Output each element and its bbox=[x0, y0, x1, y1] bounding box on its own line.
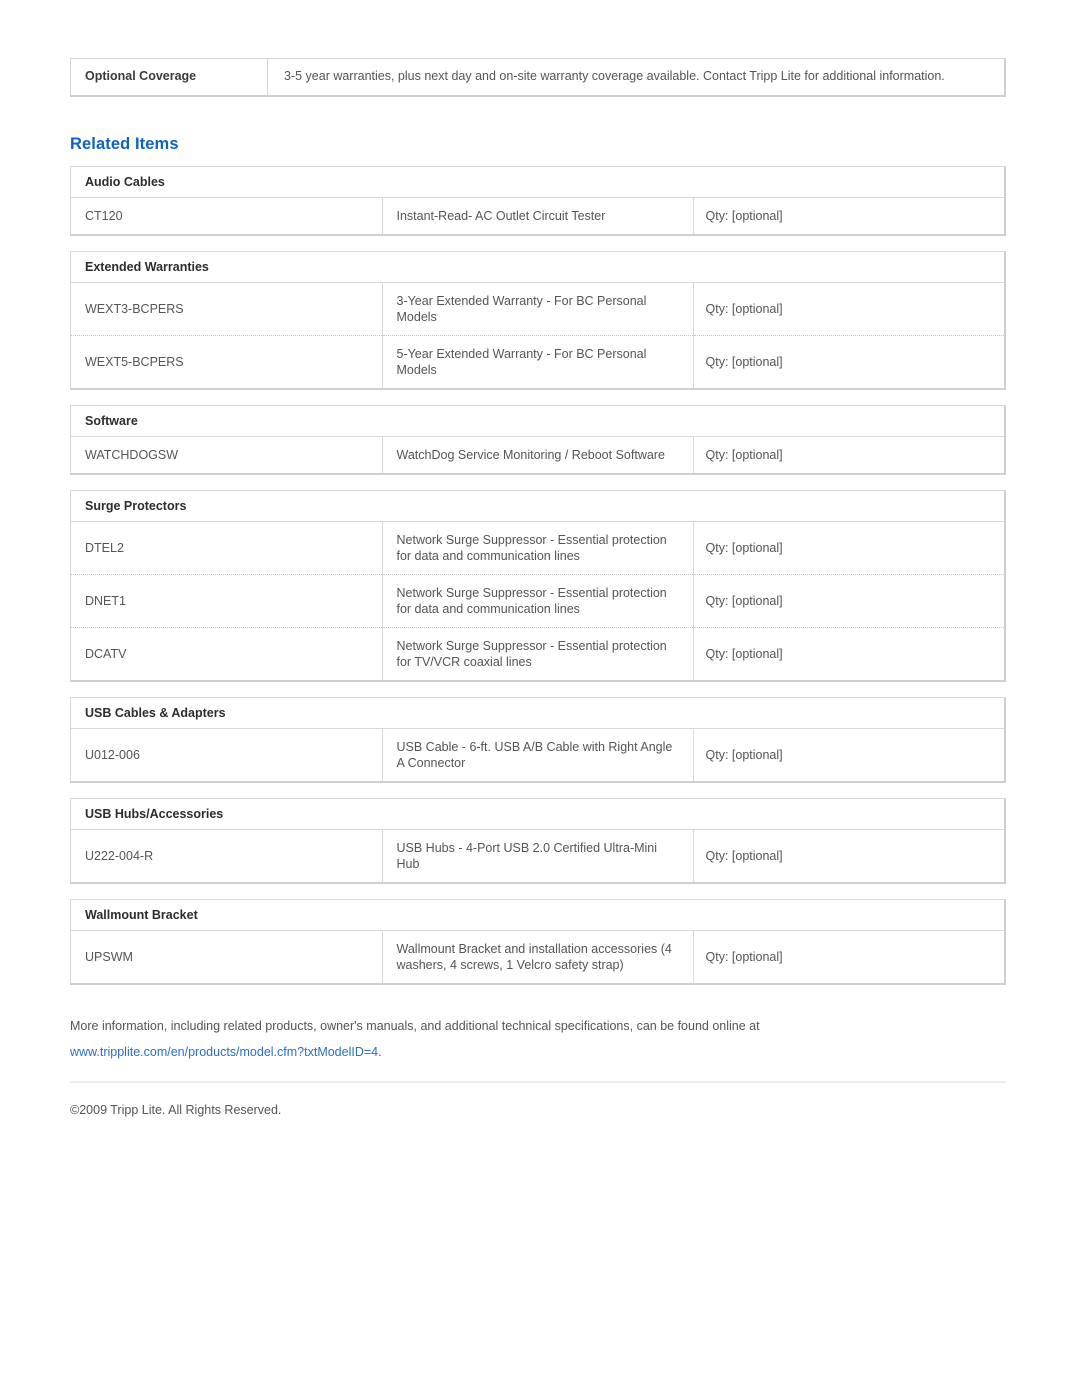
table-header-row: Software bbox=[71, 406, 1004, 437]
product-model-cell: DNET1 bbox=[71, 574, 383, 628]
product-description-cell: Network Surge Suppressor - Essential pro… bbox=[382, 521, 694, 575]
table-row: DNET1 Network Surge Suppressor - Essentia… bbox=[71, 574, 1004, 628]
page-content: Optional Coverage 3-5 year warranties, p… bbox=[70, 0, 1006, 1117]
related-items-table-header: Extended Warranties bbox=[71, 252, 1004, 283]
related-items-table-body: DTEL2 Network Surge Suppressor - Essentia… bbox=[71, 521, 1004, 680]
group-title: Wallmount Bracket bbox=[71, 900, 1004, 931]
datasheet-page: Optional Coverage 3-5 year warranties, p… bbox=[0, 0, 1080, 1397]
product-description-cell: 5-Year Extended Warranty - For BC Person… bbox=[382, 335, 694, 388]
related-items-table-header: Surge Protectors bbox=[71, 491, 1004, 522]
table-header-row: Surge Protectors bbox=[71, 491, 1004, 522]
related-items-table-header: Software bbox=[71, 406, 1004, 437]
table-row: UPSWM Wallmount Bracket and installation … bbox=[71, 930, 1004, 983]
quantity-cell[interactable]: Qty: [optional] bbox=[693, 436, 1004, 473]
related-items-group: USB Hubs/Accessories U222-004-R USB Hubs -… bbox=[70, 798, 1006, 884]
group-title: USB Hubs/Accessories bbox=[71, 799, 1004, 830]
page-title: Related Items bbox=[70, 135, 179, 153]
related-items-table-header: Audio Cables bbox=[71, 167, 1004, 198]
related-items-table-body: WATCHDOGSW WatchDog Service Monitoring / … bbox=[71, 436, 1004, 473]
table-row: WEXT5-BCPERS 5-Year Extended Warranty - F… bbox=[71, 335, 1004, 388]
quantity-cell[interactable]: Qty: [optional] bbox=[693, 335, 1004, 388]
product-model-cell: DCATV bbox=[71, 627, 383, 680]
table-row: DCATV Network Surge Suppressor - Essentia… bbox=[71, 627, 1004, 680]
related-items-table-header: USB Hubs/Accessories bbox=[71, 799, 1004, 830]
quantity-cell[interactable]: Qty: [optional] bbox=[693, 521, 1004, 575]
product-description-cell: WatchDog Service Monitoring / Reboot Sof… bbox=[382, 436, 694, 473]
table-header-row: Audio Cables bbox=[71, 167, 1004, 198]
product-description-cell: Wallmount Bracket and installation acces… bbox=[382, 930, 694, 983]
product-model-cell: WEXT3-BCPERS bbox=[71, 282, 383, 336]
footer-divider bbox=[70, 1081, 1006, 1083]
quantity-cell[interactable]: Qty: [optional] bbox=[693, 829, 1004, 882]
related-items-table-body: CT120 Instant-Read- AC Outlet Circuit Tes… bbox=[71, 197, 1004, 234]
quantity-cell[interactable]: Qty: [optional] bbox=[693, 282, 1004, 336]
footer-link-suffix: . bbox=[378, 1045, 382, 1059]
related-items-table: Software WATCHDOGSW WatchDog Service Monit… bbox=[71, 406, 1004, 473]
spec-value-optional-coverage: 3-5 year warranties, plus next day and o… bbox=[284, 69, 945, 83]
group-title: USB Cables & Adapters bbox=[71, 698, 1004, 729]
quantity-cell[interactable]: Qty: [optional] bbox=[693, 627, 1004, 680]
table-row: Optional Coverage 3-5 year warranties, p… bbox=[70, 58, 1006, 96]
related-items-table-body: U012-006 USB Cable - 6-ft. USB A/B Cable … bbox=[71, 728, 1004, 781]
quantity-cell[interactable]: Qty: [optional] bbox=[693, 197, 1004, 234]
related-items-group: USB Cables & Adapters U012-006 USB Cable -… bbox=[70, 697, 1006, 783]
product-page-link[interactable]: www.tripplite.com/en/products/model.cfm?… bbox=[70, 1045, 378, 1059]
related-items-table: USB Hubs/Accessories U222-004-R USB Hubs -… bbox=[71, 799, 1004, 882]
related-items-table: Audio Cables CT120 Instant-Read- AC Outlet… bbox=[71, 167, 1004, 234]
table-header-row: Wallmount Bracket bbox=[71, 900, 1004, 931]
related-items-table: Surge Protectors DTEL2 Network Surge Suppr… bbox=[71, 491, 1004, 680]
table-header-row: USB Hubs/Accessories bbox=[71, 799, 1004, 830]
related-items-table: USB Cables & Adapters U012-006 USB Cable -… bbox=[71, 698, 1004, 781]
product-description-cell: USB Cable - 6-ft. USB A/B Cable with Rig… bbox=[382, 728, 694, 781]
product-model-cell: U012-006 bbox=[71, 728, 383, 781]
related-items-table: Wallmount Bracket UPSWM Wallmount Bracket … bbox=[71, 900, 1004, 983]
specifications-table-body: Optional Coverage 3-5 year warranties, p… bbox=[70, 58, 1006, 96]
product-description-cell: 3-Year Extended Warranty - For BC Person… bbox=[382, 282, 694, 336]
product-model-cell: WATCHDOGSW bbox=[71, 436, 383, 473]
product-model-cell: CT120 bbox=[71, 197, 383, 234]
product-description-cell: Instant-Read- AC Outlet Circuit Tester bbox=[382, 197, 694, 234]
table-header-row: USB Cables & Adapters bbox=[71, 698, 1004, 729]
product-description-cell: Network Surge Suppressor - Essential pro… bbox=[382, 574, 694, 628]
product-description-cell: Network Surge Suppressor - Essential pro… bbox=[382, 627, 694, 680]
related-items-table-body: U222-004-R USB Hubs - 4-Port USB 2.0 Cert… bbox=[71, 829, 1004, 882]
table-header-row: Extended Warranties bbox=[71, 252, 1004, 283]
quantity-cell[interactable]: Qty: [optional] bbox=[693, 728, 1004, 781]
quantity-cell[interactable]: Qty: [optional] bbox=[693, 574, 1004, 628]
related-items-group: Software WATCHDOGSW WatchDog Service Monit… bbox=[70, 405, 1006, 475]
group-title: Software bbox=[71, 406, 1004, 437]
group-title: Extended Warranties bbox=[71, 252, 1004, 283]
group-title: Surge Protectors bbox=[71, 491, 1004, 522]
product-model-cell: DTEL2 bbox=[71, 521, 383, 575]
table-row: DTEL2 Network Surge Suppressor - Essentia… bbox=[71, 521, 1004, 575]
related-items-table-body: WEXT3-BCPERS 3-Year Extended Warranty - F… bbox=[71, 282, 1004, 388]
table-row: WATCHDOGSW WatchDog Service Monitoring / … bbox=[71, 436, 1004, 473]
footer-note-text: More information, including related prod… bbox=[70, 1019, 760, 1033]
related-items-list: Audio Cables CT120 Instant-Read- AC Outlet… bbox=[70, 166, 1006, 985]
related-items-table-header: Wallmount Bracket bbox=[71, 900, 1004, 931]
specifications-table: Optional Coverage 3-5 year warranties, p… bbox=[70, 58, 1006, 97]
related-items-group: Surge Protectors DTEL2 Network Surge Suppr… bbox=[70, 490, 1006, 682]
spec-label-optional-coverage: Optional Coverage bbox=[70, 58, 268, 96]
related-items-group: Wallmount Bracket UPSWM Wallmount Bracket … bbox=[70, 899, 1006, 985]
table-row: CT120 Instant-Read- AC Outlet Circuit Tes… bbox=[71, 197, 1004, 234]
table-row: WEXT3-BCPERS 3-Year Extended Warranty - F… bbox=[71, 282, 1004, 336]
copyright-text: ©2009 Tripp Lite. All Rights Reserved. bbox=[70, 1103, 282, 1117]
related-items-group: Audio Cables CT120 Instant-Read- AC Outlet… bbox=[70, 166, 1006, 236]
related-items-group: Extended Warranties WEXT3-BCPERS 3-Year Ex… bbox=[70, 251, 1006, 390]
product-model-cell: U222-004-R bbox=[71, 829, 383, 882]
product-description-cell: USB Hubs - 4-Port USB 2.0 Certified Ultr… bbox=[382, 829, 694, 882]
group-title: Audio Cables bbox=[71, 167, 1004, 198]
related-items-table-body: UPSWM Wallmount Bracket and installation … bbox=[71, 930, 1004, 983]
table-row: U222-004-R USB Hubs - 4-Port USB 2.0 Cert… bbox=[71, 829, 1004, 882]
product-model-cell: UPSWM bbox=[71, 930, 383, 983]
quantity-cell[interactable]: Qty: [optional] bbox=[693, 930, 1004, 983]
product-model-cell: WEXT5-BCPERS bbox=[71, 335, 383, 388]
footer-note: More information, including related prod… bbox=[70, 1013, 1000, 1065]
table-row: U012-006 USB Cable - 6-ft. USB A/B Cable … bbox=[71, 728, 1004, 781]
related-items-table: Extended Warranties WEXT3-BCPERS 3-Year Ex… bbox=[71, 252, 1004, 388]
related-items-table-header: USB Cables & Adapters bbox=[71, 698, 1004, 729]
